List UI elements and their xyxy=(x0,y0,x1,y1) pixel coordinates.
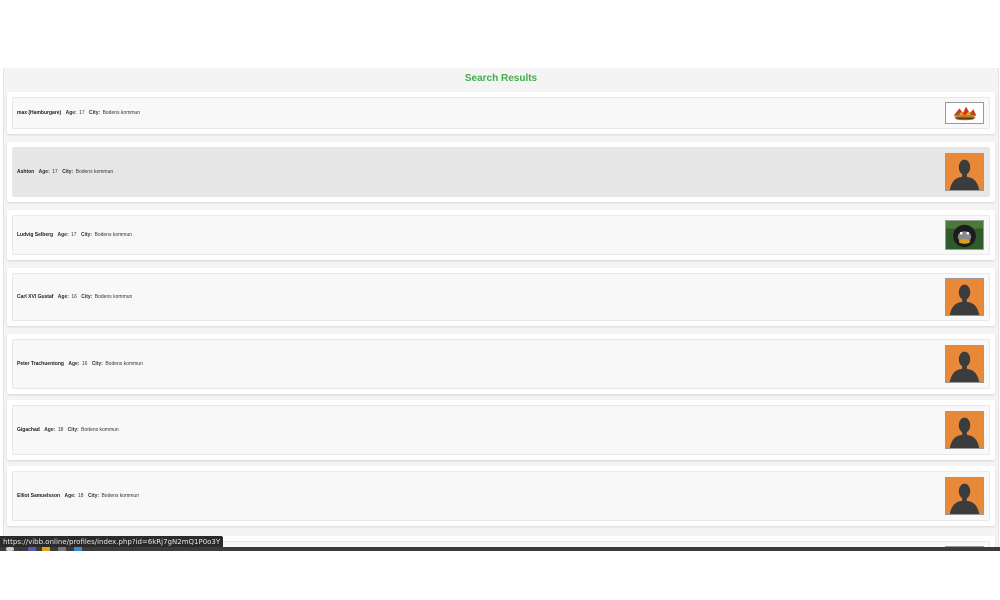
result-info: Gigachad Age: 18 City: Bodens kommun xyxy=(17,427,122,433)
files-icon[interactable] xyxy=(28,547,36,551)
result-info: max (Hamburgare) Age: 17 City: Bodens ko… xyxy=(17,110,143,116)
browser-icon[interactable] xyxy=(74,547,82,551)
result-row[interactable]: Peter Trachuentong Age: 16 City: Bodens … xyxy=(12,339,990,389)
age-value: 18 xyxy=(57,427,64,433)
page-viewport: Search Results max (Hamburgare) Age: 17 … xyxy=(0,68,1000,550)
city-label: City: xyxy=(62,169,74,175)
age-label: Age: xyxy=(65,110,77,116)
result-row[interactable]: Carl XVI Gustaf Age: 16 City: Bodens kom… xyxy=(12,273,990,321)
city-label: City: xyxy=(91,361,103,367)
result-info: Ludvig Selberg Age: 17 City: Bodens komm… xyxy=(17,232,135,238)
age-value: 17 xyxy=(52,169,58,175)
result-info: Carl XVI Gustaf Age: 16 City: Bodens kom… xyxy=(17,294,135,300)
result-card-3[interactable]: Ludvig Selberg Age: 17 City: Bodens komm… xyxy=(7,210,995,260)
result-info: Peter Trachuentong Age: 16 City: Bodens … xyxy=(17,361,146,367)
age-value: 17 xyxy=(71,232,77,238)
default-avatar-icon[interactable] xyxy=(945,345,984,383)
age-value: 17 xyxy=(79,110,85,116)
age-label: Age: xyxy=(44,427,56,433)
result-card-7[interactable]: Elliot Samuelsson Age: 18 City: Bodens k… xyxy=(7,466,995,526)
age-label: Age: xyxy=(57,232,69,238)
result-card-2[interactable]: Ashton Age: 17 City: Bodens kommun xyxy=(7,142,995,202)
age-label: Age: xyxy=(64,493,76,499)
result-row[interactable]: Ashton Age: 17 City: Bodens kommun xyxy=(12,147,990,197)
age-label: Age: xyxy=(38,169,50,175)
city-label: City: xyxy=(81,294,93,300)
result-card-6[interactable]: Gigachad Age: 18 City: Bodens kommun xyxy=(7,400,995,460)
age-value: 16 xyxy=(71,294,77,300)
result-row[interactable]: Gigachad Age: 18 City: Bodens kommun xyxy=(12,405,990,455)
age-value: 16 xyxy=(81,361,88,367)
city-label: City: xyxy=(87,493,100,499)
city-value: Bodens kommun xyxy=(94,294,133,300)
result-name[interactable]: Carl XVI Gustaf xyxy=(17,294,53,300)
default-avatar-icon[interactable] xyxy=(945,278,984,316)
default-avatar-icon[interactable] xyxy=(945,477,984,515)
result-name[interactable]: Ashton xyxy=(17,169,34,175)
city-value: Bodens kommun xyxy=(81,427,119,433)
city-value: Bodens kommun xyxy=(105,361,143,367)
city-value: Bodens kommun xyxy=(101,493,139,499)
default-avatar-icon[interactable] xyxy=(945,153,984,191)
city-label: City: xyxy=(80,232,93,238)
city-label: City: xyxy=(89,110,101,116)
result-name[interactable]: Peter Trachuentong xyxy=(17,361,64,367)
city-label: City: xyxy=(67,427,79,433)
search-results-panel: Search Results max (Hamburgare) Age: 17 … xyxy=(3,68,999,550)
result-card-4[interactable]: Carl XVI Gustaf Age: 16 City: Bodens kom… xyxy=(7,268,995,326)
result-name[interactable]: max (Hamburgare) xyxy=(17,110,61,116)
folder-icon[interactable] xyxy=(42,547,50,551)
taskbar xyxy=(0,547,1000,551)
terminal-icon[interactable] xyxy=(58,547,66,551)
gorilla-avatar-icon[interactable] xyxy=(945,220,984,250)
result-name[interactable]: Elliot Samuelsson xyxy=(17,493,60,499)
result-row[interactable]: Ludvig Selberg Age: 17 City: Bodens komm… xyxy=(12,215,990,255)
result-row[interactable]: Elliot Samuelsson Age: 18 City: Bodens k… xyxy=(12,471,990,521)
result-row[interactable]: max (Hamburgare) Age: 17 City: Bodens ko… xyxy=(12,97,990,129)
result-name[interactable]: Ludvig Selberg xyxy=(17,232,53,238)
city-value: Bodens kommun xyxy=(75,169,114,175)
age-label: Age: xyxy=(57,294,69,300)
search-results-title: Search Results xyxy=(464,73,538,84)
result-info: Elliot Samuelsson Age: 18 City: Bodens k… xyxy=(17,493,142,499)
system-menu-icon[interactable] xyxy=(6,547,14,551)
age-label: Age: xyxy=(68,361,80,367)
result-name[interactable]: Gigachad xyxy=(17,427,40,433)
result-info: Ashton Age: 17 City: Bodens kommun xyxy=(17,169,116,175)
burger-avatar-icon[interactable] xyxy=(945,102,984,124)
age-value: 18 xyxy=(77,493,84,499)
result-card-5[interactable]: Peter Trachuentong Age: 16 City: Bodens … xyxy=(7,334,995,394)
default-avatar-icon[interactable] xyxy=(945,411,984,449)
result-card-1[interactable]: max (Hamburgare) Age: 17 City: Bodens ko… xyxy=(7,92,995,134)
city-value: Bodens kommun xyxy=(94,232,133,238)
city-value: Bodens kommun xyxy=(102,110,141,116)
